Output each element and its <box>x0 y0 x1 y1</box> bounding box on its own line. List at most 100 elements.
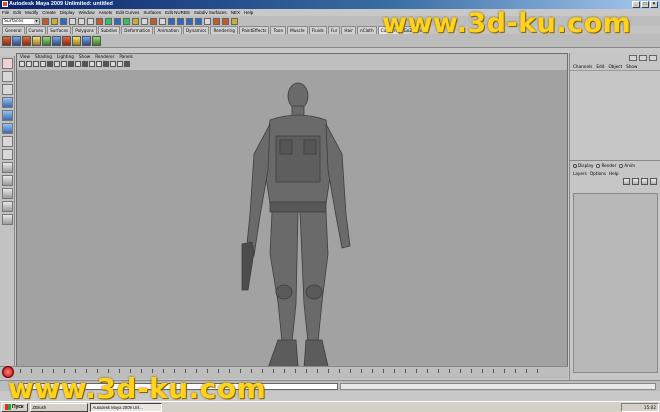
menu-modify[interactable]: Modify <box>25 9 38 16</box>
tab-curves[interactable]: Curves <box>25 26 47 34</box>
panel-menu-lighting[interactable]: Lighting <box>57 54 74 60</box>
shelf-tool-icon[interactable] <box>82 36 91 46</box>
mask-joints-icon[interactable] <box>105 17 112 25</box>
menu-nex[interactable]: NEX <box>231 9 240 16</box>
render-icon[interactable] <box>213 17 220 25</box>
smooth-shade-icon[interactable] <box>75 61 81 67</box>
history-icon[interactable] <box>204 17 211 25</box>
tab-ncloth[interactable]: nCloth <box>357 26 377 34</box>
snap-grid-icon[interactable] <box>168 17 175 25</box>
panel-menu-view[interactable]: View <box>20 54 30 60</box>
tab-fluids[interactable]: Fluids <box>308 26 327 34</box>
shelf-tool-icon[interactable] <box>92 36 101 46</box>
mask-curves-icon[interactable] <box>114 17 121 25</box>
image-plane-icon[interactable] <box>40 61 46 67</box>
mask-surfaces-icon[interactable] <box>123 17 130 25</box>
render-settings-icon[interactable] <box>231 17 238 25</box>
menu-window[interactable]: Window <box>79 9 95 16</box>
last-tool-icon[interactable] <box>2 149 13 160</box>
move-tool-icon[interactable] <box>2 97 13 108</box>
shelf-tool-icon[interactable] <box>62 36 71 46</box>
close-button[interactable]: × <box>650 1 658 8</box>
grid-icon[interactable] <box>47 61 53 67</box>
tab-polygons[interactable]: Polygons <box>72 26 97 34</box>
isolate-select-icon[interactable] <box>117 61 123 67</box>
select-component-icon[interactable] <box>87 17 94 25</box>
paint-select-tool-icon[interactable] <box>2 84 13 95</box>
bookmark-icon[interactable] <box>33 61 39 67</box>
shadows-icon[interactable] <box>103 61 109 67</box>
rotate-tool-icon[interactable] <box>2 110 13 121</box>
tab-toon[interactable]: Toon <box>270 26 287 34</box>
layer-list[interactable] <box>573 193 658 373</box>
perspective-viewport[interactable]: persp <box>17 70 567 378</box>
tab-deformation[interactable]: Deformation <box>121 26 154 34</box>
four-pane-layout-icon[interactable] <box>2 175 13 186</box>
shelf-tool-icon[interactable] <box>42 36 51 46</box>
snap-curve-icon[interactable] <box>177 17 184 25</box>
resolution-gate-icon[interactable] <box>61 61 67 67</box>
persp-outliner-layout-icon[interactable] <box>2 201 13 212</box>
shelf-tool-icon[interactable] <box>52 36 61 46</box>
menu-file[interactable]: File <box>2 9 9 16</box>
tab-muscle[interactable]: Muscle <box>287 26 308 34</box>
panel-menu-panels[interactable]: Panels <box>119 54 132 60</box>
scale-tool-icon[interactable] <box>2 123 13 134</box>
shelf-tool-icon[interactable] <box>12 36 21 46</box>
layer-menu-layers[interactable]: Layers <box>573 171 587 177</box>
mask-dynamics-icon[interactable] <box>141 17 148 25</box>
textured-icon[interactable] <box>89 61 95 67</box>
tab-rendering[interactable]: Rendering <box>210 26 238 34</box>
tab-general[interactable]: General <box>2 26 25 34</box>
shelf-tool-icon[interactable] <box>22 36 31 46</box>
tab-hair[interactable]: Hair <box>341 26 356 34</box>
channel-menu-show[interactable]: Show <box>626 63 637 70</box>
save-scene-icon[interactable] <box>60 17 67 25</box>
new-scene-icon[interactable] <box>42 17 49 25</box>
manipulator-tool-icon[interactable] <box>2 136 13 147</box>
move-layer-up-icon[interactable] <box>623 178 630 185</box>
panel-menu-show[interactable]: Show <box>79 54 90 60</box>
menu-assets[interactable]: Assets <box>99 9 113 16</box>
menu-subdiv-surfaces[interactable]: Subdiv Surfaces <box>194 9 227 16</box>
menu-surfaces[interactable]: Surfaces <box>143 9 161 16</box>
radio-display[interactable]: Display <box>573 163 593 169</box>
mask-deformations-icon[interactable] <box>132 17 139 25</box>
lights-icon[interactable] <box>96 61 102 67</box>
menu-set-select[interactable]: Surfaces ▼ <box>2 17 40 25</box>
mask-handles-icon[interactable] <box>96 17 103 25</box>
tab-animation[interactable]: Animation <box>154 26 182 34</box>
panel-menu-shading[interactable]: Shading <box>35 54 52 60</box>
new-layer-from-selection-icon[interactable] <box>650 178 657 185</box>
camera-attributes-icon[interactable] <box>26 61 32 67</box>
mask-misc-icon[interactable] <box>159 17 166 25</box>
open-scene-icon[interactable] <box>51 17 58 25</box>
menu-edit-nurbs[interactable]: Edit NURBS <box>165 9 190 16</box>
single-pane-layout-icon[interactable] <box>2 162 13 173</box>
radio-render[interactable]: Render <box>596 163 616 169</box>
show-channel-box-icon[interactable] <box>629 55 637 61</box>
tab-dynamics[interactable]: Dynamics <box>182 26 210 34</box>
shelf-tool-icon[interactable] <box>2 36 11 46</box>
lasso-tool-icon[interactable] <box>2 71 13 82</box>
layer-menu-help[interactable]: Help <box>609 171 619 177</box>
high-quality-icon[interactable] <box>124 61 130 67</box>
mask-rendering-icon[interactable] <box>150 17 157 25</box>
new-layer-icon[interactable] <box>641 178 648 185</box>
show-attribute-editor-icon[interactable] <box>639 55 647 61</box>
channel-menu-channels[interactable]: Channels <box>573 63 592 70</box>
channel-menu-edit[interactable]: Edit <box>596 63 604 70</box>
side-by-side-layout-icon[interactable] <box>2 188 13 199</box>
menu-edit-curves[interactable]: Edit Curves <box>116 9 139 16</box>
panel-menu-renderer[interactable]: Renderer <box>95 54 114 60</box>
maximize-button[interactable]: □ <box>641 1 649 8</box>
film-gate-icon[interactable] <box>54 61 60 67</box>
menu-edit[interactable]: Edit <box>13 9 21 16</box>
ipr-render-icon[interactable] <box>222 17 229 25</box>
snap-surface-icon[interactable] <box>195 17 202 25</box>
menu-display[interactable]: Display <box>60 9 75 16</box>
select-tool-icon[interactable] <box>2 58 13 69</box>
camera-icon[interactable] <box>19 61 25 67</box>
tab-fur[interactable]: Fur <box>327 26 341 34</box>
shelf-tool-icon[interactable] <box>32 36 41 46</box>
